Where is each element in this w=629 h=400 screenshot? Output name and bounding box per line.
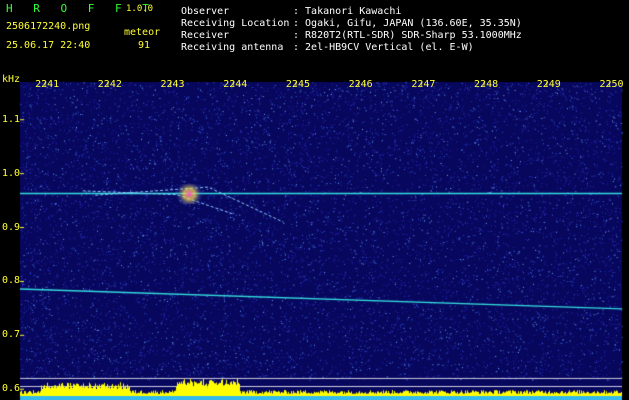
spectrogram-canvas[interactable]	[0, 74, 629, 400]
file-name: 2506172240.png	[6, 21, 91, 32]
y-tick-label: 0.9	[2, 221, 21, 233]
x-tick-label: 2249	[536, 79, 561, 90]
x-tick-label: 2244	[223, 79, 248, 90]
receiver-label: Receiver	[181, 30, 230, 41]
antenna-label: Receiving antenna	[181, 42, 284, 53]
location-value: : Ogaki, Gifu, JAPAN (136.60E, 35.35N)	[293, 18, 522, 29]
y-tick-label: 1.1	[2, 113, 21, 125]
x-tick-label: 2247	[411, 79, 436, 90]
mode-label: meteor	[124, 27, 161, 38]
x-tick-label: 2243	[160, 79, 185, 90]
header-panel: H R O F F T 1.0.0 2506172240.png meteor …	[0, 0, 629, 74]
observer-label: Observer	[181, 6, 230, 17]
meteor-count: 91	[138, 40, 151, 51]
antenna-value: : 2el-HB9CV Vertical (el. E-W)	[293, 42, 474, 53]
y-tick-label: 0.8	[2, 275, 21, 287]
location-label: Receiving Location	[181, 18, 290, 29]
x-tick-label: 2242	[97, 79, 122, 90]
receiver-value: : R820T2(RTL-SDR) SDR-Sharp 53.1000MHz	[293, 30, 522, 41]
x-tick-label: 2241	[35, 79, 60, 90]
date-time: 25.06.17 22:40	[6, 40, 91, 51]
x-tick-label: 2246	[348, 79, 373, 90]
observer-value: : Takanori Kawachi	[293, 6, 402, 17]
x-tick-label: 2248	[474, 79, 499, 90]
y-tick-label: 1.0	[2, 167, 21, 179]
y-tick-label: 0.6	[2, 383, 21, 395]
app-version: 1.0.0	[126, 4, 154, 14]
y-axis-unit-label: kHz	[2, 74, 21, 85]
y-tick-label: 0.7	[2, 329, 21, 341]
x-tick-label: 2245	[285, 79, 310, 90]
x-tick-label: 2250	[599, 79, 624, 90]
